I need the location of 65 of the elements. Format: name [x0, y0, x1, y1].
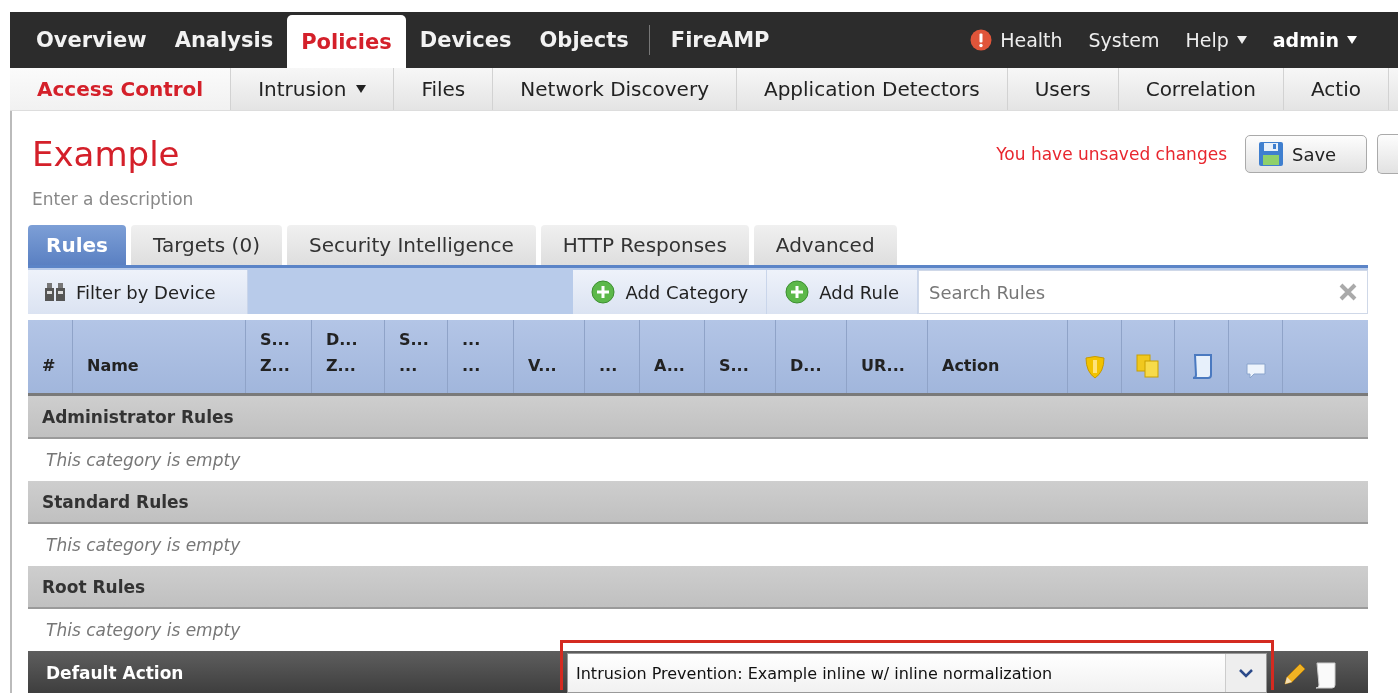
caret-icon	[356, 85, 367, 93]
sub-nav-tab[interactable]: Actio	[1283, 68, 1389, 110]
tab[interactable]: Targets (0)	[130, 225, 282, 265]
column-header[interactable]: Name	[73, 320, 246, 393]
clear-icon[interactable]	[1339, 283, 1357, 301]
caret-icon	[1236, 36, 1247, 44]
category-header[interactable]: Administrator Rules	[28, 396, 1368, 439]
nav-link[interactable]: admin	[1259, 15, 1370, 65]
nav-tab[interactable]: Analysis	[160, 15, 288, 65]
category-header[interactable]: Root Rules	[28, 566, 1368, 609]
empty-category-text: This category is empty	[45, 534, 242, 557]
shield-icon[interactable]	[1083, 355, 1106, 379]
sub-nav-tab[interactable]: Correlation	[1118, 68, 1284, 110]
filter-button[interactable]: Filter by Device	[28, 270, 248, 314]
unsaved-message: You have unsaved changes	[996, 144, 1227, 164]
sub-nav-tab[interactable]: Network Discovery	[493, 68, 737, 110]
caret-icon	[1347, 36, 1357, 44]
add-icon	[591, 280, 616, 304]
description-field[interactable]: Enter a description	[28, 175, 1368, 225]
copy-icon[interactable]	[1135, 353, 1161, 379]
document-icon[interactable]	[1314, 661, 1338, 689]
column-header[interactable]: S... ...	[385, 320, 448, 393]
default-action-label: Default Action	[46, 663, 184, 683]
sub-nav-tab[interactable]: Access Control	[10, 68, 232, 110]
column-header[interactable]: D...	[776, 320, 847, 393]
sub-nav-tab[interactable]: Application Detectors	[736, 68, 1008, 110]
column-header[interactable]: ...	[585, 320, 640, 393]
nav-tab[interactable]: Overview	[22, 15, 161, 65]
category-header[interactable]: Standard Rules	[28, 481, 1368, 524]
nav-tab[interactable]: Devices	[405, 15, 526, 65]
column-header[interactable]: D... Z...	[312, 320, 385, 393]
column-header[interactable]: #	[28, 320, 73, 393]
alert-icon	[970, 29, 993, 51]
column-header[interactable]: Action	[928, 320, 1068, 393]
column-header[interactable]: ... ...	[448, 320, 514, 393]
save-button[interactable]: Save	[1245, 135, 1367, 173]
cut-off-button[interactable]	[1377, 134, 1398, 174]
add-category-button[interactable]: Add Category	[573, 270, 768, 314]
policy-title: Example	[31, 133, 181, 175]
device-icon	[44, 282, 66, 302]
add-rule-button[interactable]: Add Rule	[767, 270, 918, 314]
sub-nav-tab[interactable]: Users	[1007, 68, 1119, 110]
default-action-select[interactable]: Intrusion Prevention: Example inline w/ inline normalization	[567, 653, 1267, 693]
nav-tab[interactable]: Objects	[525, 15, 643, 65]
search-field[interactable]: Search Rules	[918, 270, 1368, 314]
column-header[interactable]: UR...	[847, 320, 928, 393]
comment-icon[interactable]	[1245, 363, 1266, 379]
nav-link[interactable]: Health	[957, 15, 1076, 65]
nav-tab[interactable]: Policies	[287, 15, 406, 68]
nav-link[interactable]: System	[1075, 15, 1173, 65]
sub-nav-tab[interactable]: Intrusion	[231, 68, 395, 110]
add-icon	[785, 280, 810, 304]
column-header[interactable]: A...	[640, 320, 705, 393]
column-header[interactable]: S...	[705, 320, 776, 393]
sub-nav-tab[interactable]: Files	[394, 68, 494, 110]
pencil-icon[interactable]	[1282, 661, 1308, 687]
chevron-down-icon	[1239, 668, 1253, 678]
nav-link[interactable]: Help	[1172, 15, 1260, 65]
column-header[interactable]: S... Z...	[246, 320, 312, 393]
tab[interactable]: Advanced	[753, 225, 897, 265]
tab[interactable]: HTTP Responses	[540, 225, 749, 265]
empty-category-text: This category is empty	[45, 449, 242, 472]
empty-category-text: This category is empty	[45, 619, 242, 642]
column-header[interactable]: V...	[514, 320, 585, 393]
tab[interactable]: Security Intelligence	[286, 225, 536, 265]
